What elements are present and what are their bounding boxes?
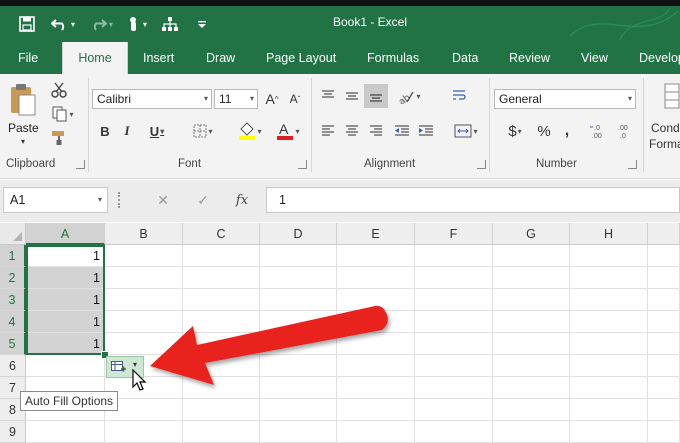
red-arrow-annotation-icon [150, 305, 388, 385]
